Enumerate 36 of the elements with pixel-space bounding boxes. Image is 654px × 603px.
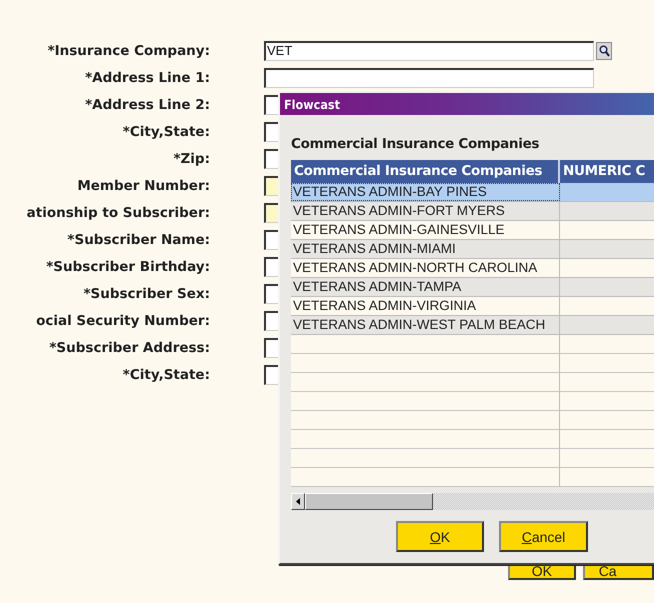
- table-row[interactable]: VETERANS ADMIN-MIAMI: [291, 240, 654, 259]
- table-cell: VETERANS ADMIN-BAY PINES: [291, 183, 560, 201]
- field-label: *Address Line 1:: [85, 70, 210, 86]
- input-field[interactable]: VET: [264, 41, 594, 61]
- table-row[interactable]: VETERANS ADMIN-WEST PALM BEACH: [291, 316, 654, 335]
- table-row[interactable]: VETERANS ADMIN-GAINESVILLE: [291, 221, 654, 240]
- field-label: *Subscriber Name:: [67, 232, 210, 248]
- table-row[interactable]: VETERANS ADMIN-TAMPA: [291, 278, 654, 297]
- column-header[interactable]: Commercial Insurance Companies: [291, 160, 560, 183]
- table-cell: VETERANS ADMIN-VIRGINIA: [291, 297, 560, 315]
- list-heading: Commercial Insurance Companies: [291, 136, 540, 152]
- field-label: *Insurance Company:: [48, 43, 210, 59]
- cancel-button[interactable]: Cancel: [499, 521, 588, 552]
- table-row[interactable]: VETERANS ADMIN-NORTH CAROLINA: [291, 259, 654, 278]
- field-label: *Zip:: [173, 151, 210, 167]
- table-row[interactable]: VETERANS ADMIN-VIRGINIA: [291, 297, 654, 316]
- field-label: *City,State:: [122, 367, 210, 383]
- field-label: *Subscriber Birthday:: [46, 259, 210, 275]
- table-cell: VETERANS ADMIN-GAINESVILLE: [291, 221, 560, 239]
- table-row[interactable]: VETERANS ADMIN-BAY PINES: [291, 183, 654, 202]
- field-label: *Address Line 2:: [85, 97, 210, 113]
- column-header[interactable]: NUMERIC C: [560, 160, 654, 183]
- table-cell: VETERANS ADMIN-MIAMI: [291, 240, 560, 258]
- field-label: *Subscriber Address:: [49, 340, 210, 356]
- field-label: ationship to Subscriber:: [26, 205, 210, 221]
- table-cell: VETERANS ADMIN-WEST PALM BEACH: [291, 316, 560, 334]
- field-label: ocial Security Number:: [36, 313, 210, 329]
- table-cell: VETERANS ADMIN-TAMPA: [291, 278, 560, 296]
- table-cell: VETERANS ADMIN-FORT MYERS: [291, 202, 560, 220]
- window-title: Flowcast: [284, 96, 340, 112]
- field-label: Member Number:: [77, 178, 210, 194]
- ok-button[interactable]: OK: [396, 521, 484, 552]
- table-row[interactable]: VETERANS ADMIN-FORT MYERS: [291, 202, 654, 221]
- field-label: *Subscriber Sex:: [83, 286, 210, 302]
- field-label: *City,State:: [122, 124, 210, 140]
- table-cell: VETERANS ADMIN-NORTH CAROLINA: [291, 259, 560, 277]
